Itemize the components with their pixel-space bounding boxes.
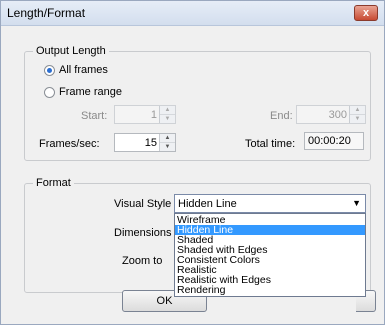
end-label: End: <box>270 110 293 122</box>
all-frames-label: All frames <box>59 64 108 76</box>
fps-value: 15 <box>144 137 157 149</box>
total-time-label: Total time: <box>245 138 296 150</box>
visual-style-select[interactable]: Hidden Line ▼ <box>174 194 366 213</box>
length-format-dialog: Length/Format x Output Length All frames… <box>0 0 385 325</box>
increment-arrow-icon[interactable]: ▲ <box>350 106 365 115</box>
frame-range-label: Frame range <box>59 86 122 98</box>
title-bar: Length/Format x <box>1 1 384 26</box>
fps-label: Frames/sec: <box>39 138 100 150</box>
decrement-arrow-icon[interactable]: ▼ <box>350 115 365 123</box>
decrement-arrow-icon[interactable]: ▼ <box>160 143 175 151</box>
fps-stepper-arrows[interactable]: ▲ ▼ <box>159 134 175 151</box>
zoom-to-label: Zoom to <box>122 255 163 267</box>
total-time-value: 00:00:20 <box>308 135 351 147</box>
chevron-down-icon[interactable]: ▼ <box>352 198 361 208</box>
start-stepper-arrows[interactable]: ▲ ▼ <box>159 106 175 123</box>
dialog-title: Length/Format <box>7 6 86 20</box>
end-frame-stepper[interactable]: 300 ▲ ▼ <box>296 105 366 124</box>
decrement-arrow-icon[interactable]: ▼ <box>160 115 175 123</box>
all-frames-radio[interactable] <box>44 65 55 76</box>
visual-style-dropdown-list[interactable]: Wireframe Hidden Line Shaded Shaded with… <box>174 213 366 297</box>
visual-style-label: Visual Style <box>114 198 172 210</box>
total-time-field: 00:00:20 <box>304 132 364 150</box>
increment-arrow-icon[interactable]: ▲ <box>160 134 175 143</box>
close-icon: x <box>362 7 370 19</box>
option-rendering[interactable]: Rendering <box>175 285 365 296</box>
format-label: Format <box>33 177 74 189</box>
start-frame-value: 1 <box>150 109 157 121</box>
end-frame-value: 300 <box>328 109 347 121</box>
dimensions-label: Dimensions <box>114 227 172 239</box>
fps-stepper[interactable]: 15 ▲ ▼ <box>114 133 176 152</box>
increment-arrow-icon[interactable]: ▲ <box>160 106 175 115</box>
close-button[interactable]: x <box>354 5 378 21</box>
output-length-label: Output Length <box>33 45 109 57</box>
visual-style-value: Hidden Line <box>178 198 237 210</box>
start-label: Start: <box>81 110 108 122</box>
end-stepper-arrows[interactable]: ▲ ▼ <box>349 106 365 123</box>
ok-button-label: OK <box>156 295 173 307</box>
frame-range-radio[interactable] <box>44 87 55 98</box>
start-frame-stepper[interactable]: 1 ▲ ▼ <box>114 105 176 124</box>
